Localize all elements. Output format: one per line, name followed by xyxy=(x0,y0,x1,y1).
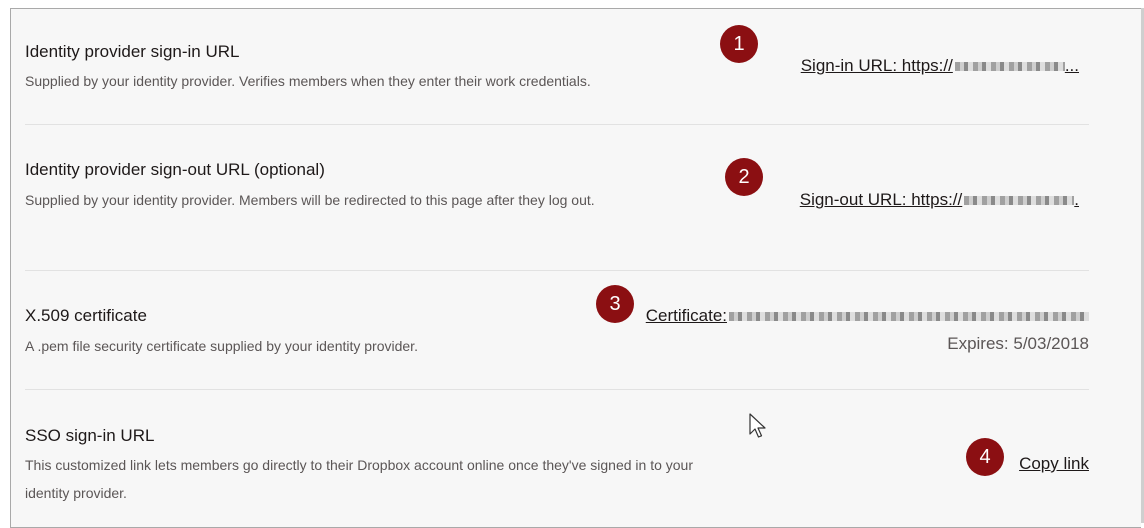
redacted-value xyxy=(954,62,1065,72)
divider xyxy=(25,124,1089,125)
section-description: Supplied by your identity provider. Veri… xyxy=(25,73,591,89)
sign-in-url-label: Sign-in URL: https:// xyxy=(800,56,953,75)
callout-badge-4: 4 xyxy=(966,438,1004,476)
section-title: Identity provider sign-out URL (optional… xyxy=(25,160,325,179)
sign-in-url-suffix: ... xyxy=(1064,56,1079,75)
sign-out-url-link[interactable]: Sign-out URL: https://. xyxy=(800,190,1079,210)
sign-in-url-section: Identity provider sign-in URL Supplied b… xyxy=(25,42,1089,102)
section-title: X.509 certificate xyxy=(25,306,147,325)
certificate-section: X.509 certificate A .pem file security c… xyxy=(25,306,1089,366)
divider xyxy=(25,270,1089,271)
sign-in-url-link[interactable]: Sign-in URL: https://... xyxy=(801,56,1079,76)
section-title: Identity provider sign-in URL xyxy=(25,42,240,61)
sign-out-url-section: Identity provider sign-out URL (optional… xyxy=(25,160,1089,240)
divider xyxy=(25,389,1089,390)
section-description: This customized link lets members go dir… xyxy=(25,457,694,501)
redacted-value xyxy=(964,196,1075,206)
mouse-pointer-icon xyxy=(749,413,766,438)
callout-badge-1: 1 xyxy=(720,25,758,63)
certificate-link[interactable]: Certificate: xyxy=(646,306,1089,326)
section-description: A .pem file security certificate supplie… xyxy=(25,338,418,354)
sso-sign-in-url-section: SSO sign-in URL This customized link let… xyxy=(25,426,1089,506)
copy-link-button[interactable]: Copy link xyxy=(1019,454,1089,474)
section-title: SSO sign-in URL xyxy=(25,426,155,445)
sign-out-url-label: Sign-out URL: https:// xyxy=(799,190,963,209)
certificate-label: Certificate: xyxy=(645,306,727,325)
certificate-expiry: Expires: 5/03/2018 xyxy=(947,334,1089,353)
callout-badge-3: 3 xyxy=(596,285,634,323)
callout-badge-2: 2 xyxy=(725,158,763,196)
section-description: Supplied by your identity provider. Memb… xyxy=(25,192,595,208)
redacted-value xyxy=(729,312,1089,322)
sign-out-url-suffix: . xyxy=(1074,190,1079,209)
